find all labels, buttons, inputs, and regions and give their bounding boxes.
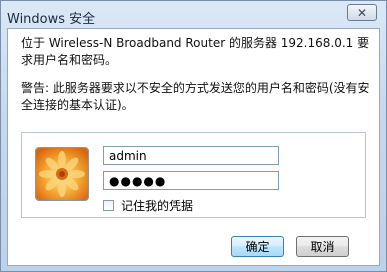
button-bar: 确定 取消 bbox=[7, 228, 380, 266]
remember-label: 记住我的凭据 bbox=[121, 199, 194, 213]
remember-credentials-option[interactable]: 记住我的凭据 bbox=[103, 197, 193, 214]
password-field[interactable] bbox=[103, 171, 279, 190]
server-message: 位于 Wireless-N Broadband Router 的服务器 192.… bbox=[21, 36, 370, 67]
windows-security-dialog: Windows 安全 ✕ 位于 Wireless-N Broadband Rou… bbox=[0, 0, 387, 272]
title-bar: Windows 安全 ✕ bbox=[1, 1, 386, 31]
user-avatar-flower-icon bbox=[35, 147, 89, 201]
close-icon: ✕ bbox=[356, 5, 368, 20]
remember-checkbox[interactable] bbox=[103, 200, 114, 211]
warning-message: 警告: 此服务器要求以不安全的方式发送您的用户名和密码(没有安全连接的基本认证)… bbox=[21, 81, 370, 112]
credential-tile: 记住我的凭据 bbox=[21, 132, 366, 218]
close-button[interactable]: ✕ bbox=[347, 4, 377, 21]
username-field[interactable] bbox=[103, 146, 279, 165]
cancel-button[interactable]: 取消 bbox=[296, 236, 349, 257]
ok-button[interactable]: 确定 bbox=[231, 236, 284, 257]
window-title: Windows 安全 bbox=[7, 12, 96, 27]
